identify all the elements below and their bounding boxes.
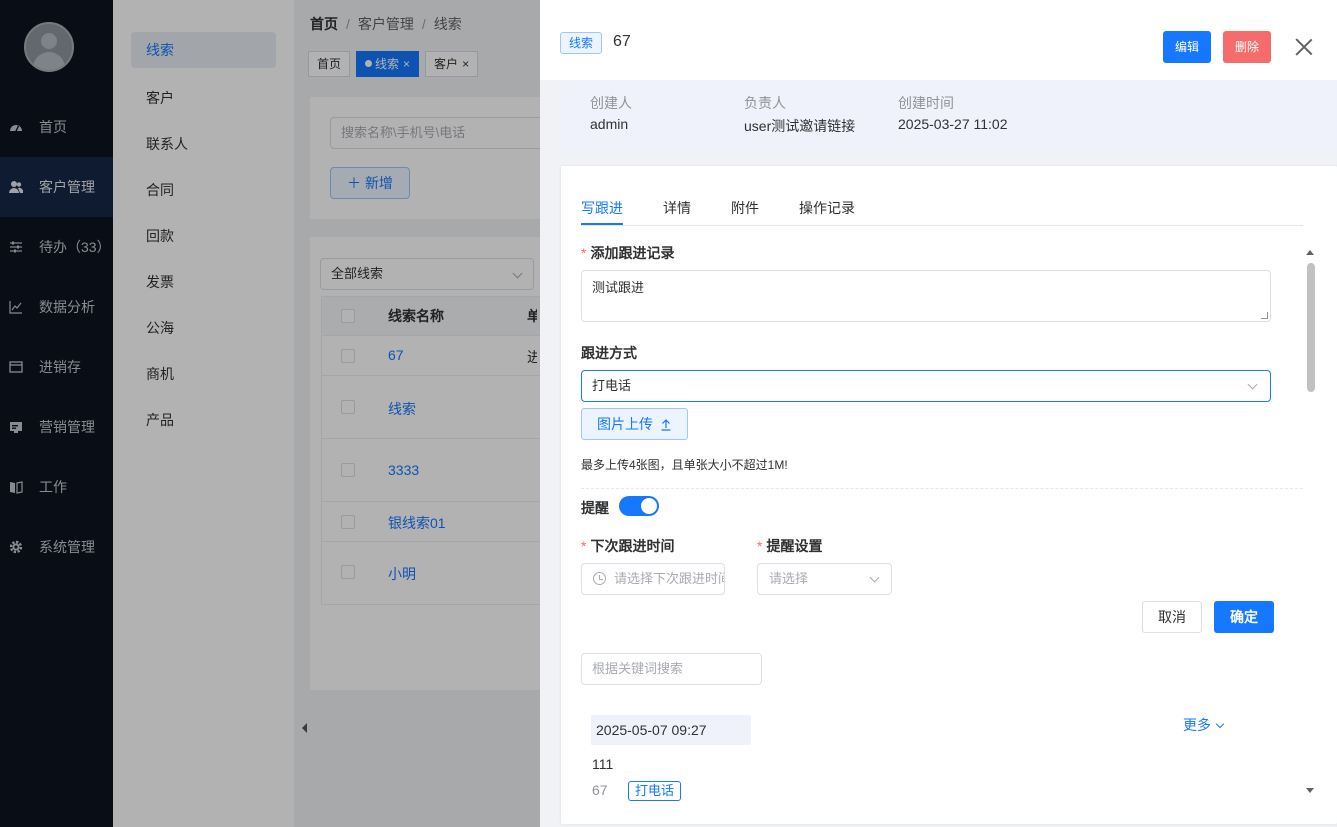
upload-hint: 最多上传4张图，且单张大小不超过1M! (581, 458, 788, 472)
more-dropdown[interactable]: 更多 (1183, 715, 1225, 735)
next-followup-time-label: * 下次跟进时间 (581, 538, 675, 554)
lead-detail-drawer: 线索 67 编辑 删除 创建人 admin 负责人 user测试邀请链接 创建时… (540, 0, 1337, 827)
info-owner: 负责人 user测试邀请链接 (744, 95, 856, 134)
cancel-button[interactable]: 取消 (1142, 601, 1202, 633)
scroll-down-arrow-icon[interactable] (1306, 788, 1314, 793)
remind-setting-select[interactable]: 请选择 (757, 563, 892, 595)
keyword-search-input[interactable]: 根据关键词搜索 (581, 653, 762, 685)
followup-method-label: 跟进方式 (581, 345, 637, 361)
info-creator: 创建人 admin (590, 95, 632, 132)
record-content: 111 (592, 756, 614, 772)
followup-record-label: * 添加跟进记录 (581, 245, 675, 261)
tab-operation-log[interactable]: 操作记录 (799, 198, 855, 218)
chevron-down-icon (1247, 379, 1258, 390)
record-date: 2025-05-07 09:27 (591, 715, 751, 745)
edit-button[interactable]: 编辑 (1163, 31, 1211, 63)
chevron-down-icon (1215, 719, 1225, 729)
drawer-header: 线索 67 编辑 删除 (540, 0, 1337, 80)
chevron-down-icon (869, 572, 880, 583)
scroll-up-arrow-icon[interactable] (1306, 250, 1314, 255)
record-lead-id: 67 (592, 782, 608, 798)
followup-method-select[interactable]: 打电话 (581, 370, 1271, 402)
tab-details[interactable]: 详情 (663, 198, 691, 218)
record-method-tag: 打电话 (628, 781, 682, 801)
followup-record-textarea[interactable]: 测试跟进 (581, 270, 1271, 322)
drawer-tab-panel: 写跟进 详情 附件 操作记录 * 添加跟进记录 测试跟进 跟进方式 打电话 图片上… (561, 166, 1337, 824)
remind-setting-label: * 提醒设置 (757, 538, 823, 554)
remind-label: 提醒 (581, 500, 609, 516)
image-upload-button[interactable]: 图片上传 (581, 408, 688, 440)
tab-write-followup[interactable]: 写跟进 (581, 198, 623, 218)
confirm-button[interactable]: 确定 (1214, 601, 1274, 633)
lead-info-summary: 创建人 admin 负责人 user测试邀请链接 创建时间 2025-03-27… (560, 80, 1337, 154)
clock-icon (593, 572, 606, 585)
divider (581, 488, 1303, 489)
upload-icon (661, 419, 671, 431)
drawer-title: 67 (613, 33, 631, 50)
remind-toggle[interactable] (619, 496, 659, 516)
drawer-tabs: 写跟进 详情 附件 操作记录 (581, 198, 1303, 226)
next-followup-time-input[interactable]: 请选择下次跟进时间 (581, 563, 725, 595)
delete-button[interactable]: 删除 (1223, 31, 1271, 63)
resize-handle-icon[interactable] (1261, 312, 1268, 319)
info-created-time: 创建时间 2025-03-27 11:02 (898, 95, 1008, 132)
active-tab-indicator (581, 223, 623, 225)
tab-attachments[interactable]: 附件 (731, 198, 759, 218)
scrollbar-thumb[interactable] (1307, 263, 1315, 392)
lead-type-tag: 线索 (560, 32, 603, 54)
close-icon[interactable] (1294, 37, 1314, 57)
